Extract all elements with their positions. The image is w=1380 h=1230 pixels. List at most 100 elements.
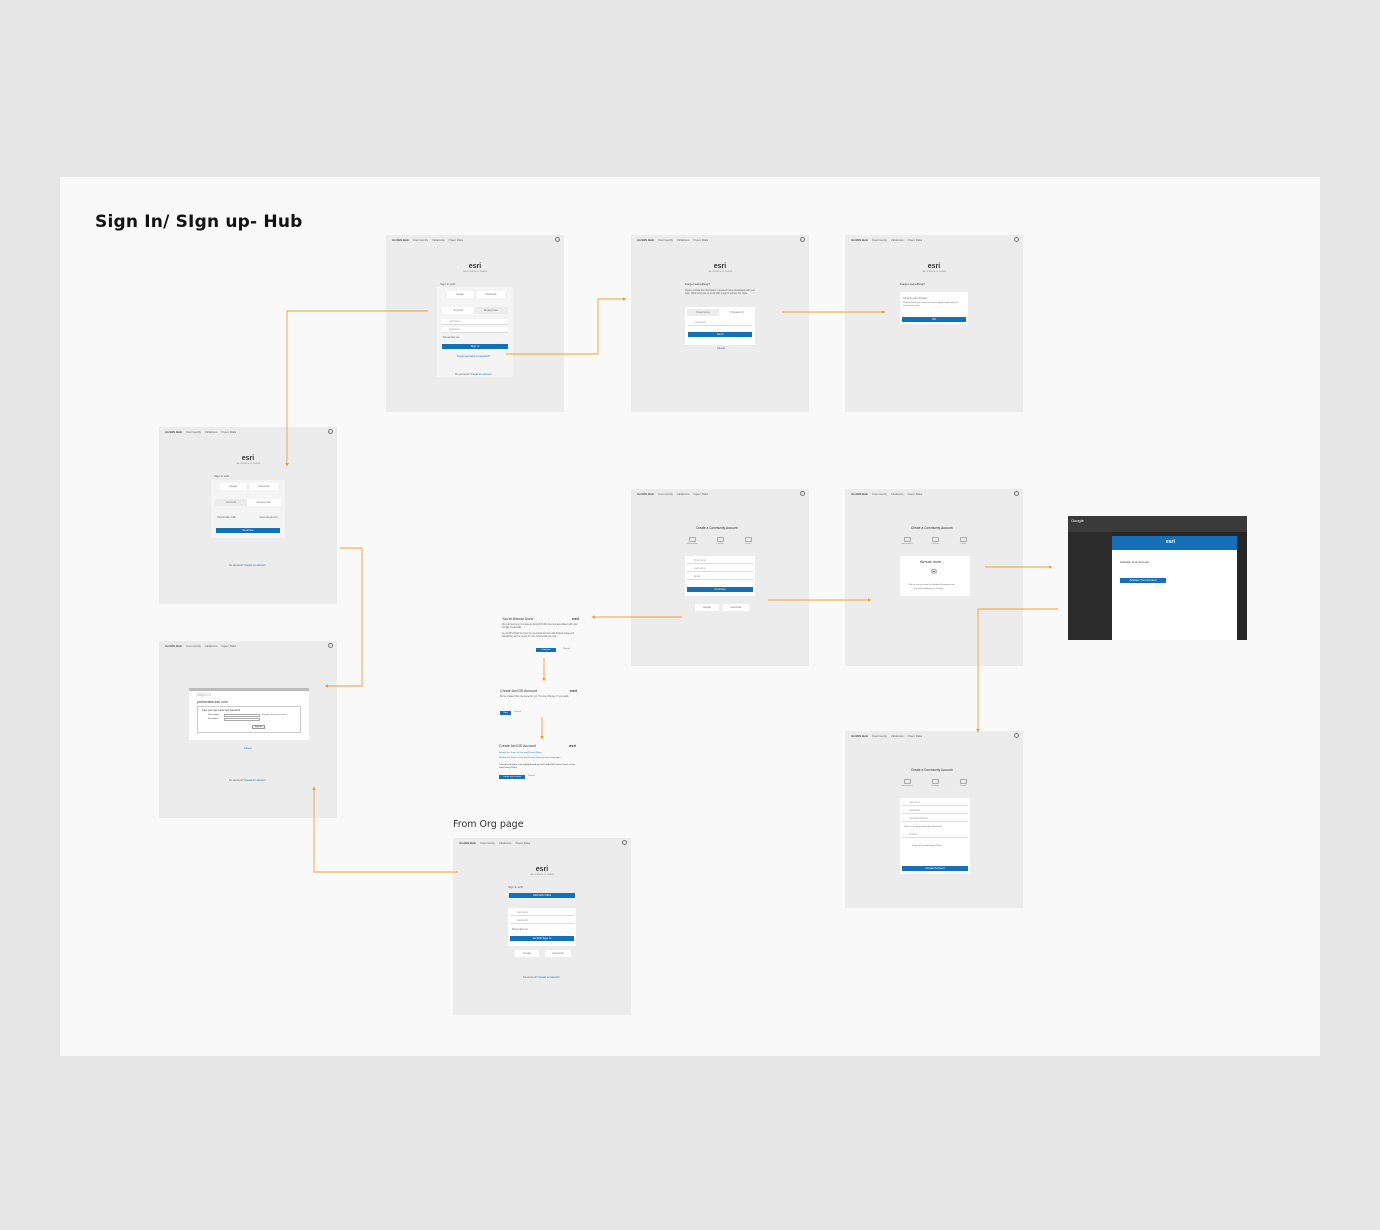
search-icon[interactable] bbox=[328, 429, 333, 434]
nav-link-open-data[interactable]: Open Data bbox=[222, 430, 237, 434]
nav-link-initiatives[interactable]: Initiatives bbox=[499, 841, 512, 845]
nav-link-open-data[interactable]: Open Data bbox=[908, 734, 923, 738]
nav-link-open-data[interactable]: Open Data bbox=[694, 238, 709, 242]
username-field[interactable]: username bbox=[510, 910, 574, 916]
search-icon[interactable] bbox=[328, 643, 333, 648]
nav-brand[interactable]: ArcGIS Hub bbox=[165, 644, 182, 648]
arcgis-sign-in-button[interactable]: ArcGIS Sign In bbox=[510, 936, 574, 941]
tab-enterprise[interactable]: Enterprise bbox=[247, 499, 281, 506]
nav-brand[interactable]: ArcGIS Hub bbox=[459, 841, 476, 845]
nav-link-community[interactable]: Community bbox=[658, 492, 673, 496]
google-button[interactable]: Google bbox=[220, 483, 246, 490]
activate-button[interactable]: Activate Your Account bbox=[1120, 578, 1166, 583]
nav-link-open-data[interactable]: Open Data bbox=[694, 492, 709, 496]
facebook-button[interactable]: Facebook bbox=[723, 604, 749, 611]
nav-brand[interactable]: ArcGIS Hub bbox=[851, 734, 868, 738]
google-button[interactable]: Google bbox=[695, 604, 719, 611]
dialog-cancel-button[interactable]: Cancel bbox=[563, 648, 570, 650]
facebook-button[interactable]: Facebook bbox=[477, 291, 505, 298]
nav-link-initiatives[interactable]: Initiatives bbox=[205, 430, 218, 434]
sign-in-button[interactable]: Sign In bbox=[442, 344, 508, 349]
ok-button[interactable]: OK bbox=[902, 317, 966, 322]
dialog-agree-text[interactable]: I accept and agree to be legally bound b… bbox=[499, 764, 577, 770]
nav-link-initiatives[interactable]: Initiatives bbox=[891, 492, 904, 496]
dialog-review-link[interactable]: Review the Terms of Use and Privacy Poli… bbox=[499, 752, 542, 754]
nav-link-community[interactable]: Community bbox=[480, 841, 495, 845]
forgot-link[interactable]: Forgot username or password? bbox=[457, 355, 490, 358]
search-icon[interactable] bbox=[1014, 733, 1019, 738]
google-button[interactable]: Google bbox=[447, 291, 473, 298]
login-sign-in-button[interactable]: Sign in bbox=[252, 725, 265, 729]
repeat-password-field[interactable]: repeat password bbox=[902, 816, 968, 822]
nav-link-open-data[interactable]: Open Data bbox=[908, 492, 923, 496]
security-question-select[interactable]: Select security question (for password) bbox=[904, 826, 942, 828]
nav-link-initiatives[interactable]: Initiatives bbox=[432, 238, 445, 242]
nav-link-initiatives[interactable]: Initiatives bbox=[677, 492, 690, 496]
nav-link-initiatives[interactable]: Initiatives bbox=[891, 238, 904, 242]
nav-link-open-data[interactable]: Open Data bbox=[449, 238, 464, 242]
create-account-button[interactable]: Create Account bbox=[902, 866, 968, 871]
dialog-cancel-button[interactable]: Cancel bbox=[528, 775, 535, 777]
nav-link-community[interactable]: Community bbox=[186, 644, 201, 648]
cancel-link[interactable]: Cancel bbox=[717, 347, 725, 350]
facebook-button[interactable]: Facebook bbox=[545, 950, 571, 957]
tab-arcgis[interactable]: ArcGIS bbox=[442, 307, 474, 314]
search-icon[interactable] bbox=[622, 840, 627, 845]
nav-brand[interactable]: ArcGIS Hub bbox=[851, 238, 868, 242]
last-name-field[interactable]: Last name bbox=[687, 566, 753, 572]
dialog-review-link-2[interactable]: Review the Terms of Use and Privacy Poli… bbox=[499, 757, 560, 759]
nav-link-community[interactable]: Community bbox=[872, 734, 887, 738]
search-icon[interactable] bbox=[800, 491, 805, 496]
create-account-link[interactable]: Create an account bbox=[538, 976, 559, 979]
nav-link-initiatives[interactable]: Initiatives bbox=[891, 734, 904, 738]
dialog-create-button[interactable]: Create my account bbox=[499, 775, 525, 779]
create-account-link[interactable]: Create an account bbox=[244, 779, 265, 782]
nav-link-community[interactable]: Community bbox=[658, 238, 673, 242]
remember-me-checkbox[interactable]: Remember me bbox=[512, 928, 528, 931]
nav-link-community[interactable]: Community bbox=[872, 238, 887, 242]
tab-enterprise[interactable]: Enterprise bbox=[474, 307, 508, 314]
nav-link-community[interactable]: Community bbox=[872, 492, 887, 496]
nav-brand[interactable]: ArcGIS Hub bbox=[637, 238, 654, 242]
answer-field[interactable]: Answer bbox=[902, 832, 968, 838]
first-name-field[interactable]: First name bbox=[687, 558, 753, 564]
tab-arcgis[interactable]: ArcGIS bbox=[215, 499, 247, 506]
password-field[interactable]: password bbox=[442, 327, 508, 333]
login-cancel-link[interactable]: Cancel bbox=[244, 747, 251, 750]
remember-me-checkbox[interactable]: Remember me bbox=[443, 336, 460, 339]
nav-link-open-data[interactable]: Open Data bbox=[222, 644, 237, 648]
search-icon[interactable] bbox=[1014, 237, 1019, 242]
nav-link-open-data[interactable]: Open Data bbox=[516, 841, 531, 845]
nav-link-initiatives[interactable]: Initiatives bbox=[205, 644, 218, 648]
username-field[interactable]: username bbox=[442, 319, 508, 325]
org-button[interactable]: ARCGIS ORG bbox=[509, 893, 575, 898]
terms-link[interactable]: Terms of Use and Privacy Policy bbox=[912, 845, 942, 847]
nav-brand[interactable]: ArcGIS Hub bbox=[637, 492, 654, 496]
continue-button[interactable]: Continue bbox=[216, 528, 280, 533]
nav-link-initiatives[interactable]: Initiatives bbox=[677, 238, 690, 242]
login-user-input[interactable] bbox=[224, 714, 260, 717]
org-url-suffix[interactable]: .maps.arcgis.com bbox=[259, 516, 278, 519]
nav-link-community[interactable]: Community bbox=[186, 430, 201, 434]
dialog-continue-button[interactable]: Continue bbox=[536, 648, 556, 652]
password-field[interactable]: password bbox=[902, 808, 968, 814]
search-icon[interactable] bbox=[1014, 491, 1019, 496]
facebook-button[interactable]: Facebook bbox=[250, 483, 278, 490]
login-password-input[interactable] bbox=[224, 718, 260, 721]
dialog-cancel-button[interactable]: Cancel bbox=[514, 711, 521, 713]
send-button[interactable]: Send bbox=[688, 332, 752, 337]
nav-brand[interactable]: ArcGIS Hub bbox=[392, 238, 409, 242]
continue-button[interactable]: Continue bbox=[687, 587, 753, 592]
create-account-link[interactable]: Create an account bbox=[470, 373, 491, 376]
create-account-link[interactable]: Create an account bbox=[244, 564, 265, 567]
nav-brand[interactable]: ArcGIS Hub bbox=[165, 430, 182, 434]
nav-link-open-data[interactable]: Open Data bbox=[908, 238, 923, 242]
tab-username[interactable]: Username bbox=[687, 309, 719, 316]
password-field[interactable]: password bbox=[688, 320, 752, 326]
google-button[interactable]: Google bbox=[515, 950, 539, 957]
search-icon[interactable] bbox=[555, 237, 560, 242]
nav-brand[interactable]: ArcGIS Hub bbox=[851, 492, 868, 496]
username-field[interactable]: username bbox=[902, 800, 968, 806]
password-field[interactable]: password bbox=[510, 918, 574, 924]
nav-link-community[interactable]: Community bbox=[413, 238, 428, 242]
